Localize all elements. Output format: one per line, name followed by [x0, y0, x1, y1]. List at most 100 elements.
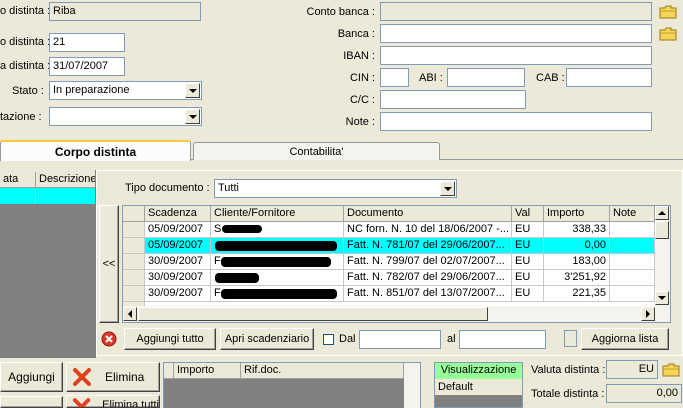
presentazione-select[interactable]: [49, 107, 202, 126]
redaction: [222, 225, 262, 233]
aggiungi-button[interactable]: Aggiungi: [0, 362, 63, 392]
cell-importo: 221,35: [544, 286, 610, 302]
row-selector[interactable]: [123, 254, 145, 270]
left-grid-header: ata: [0, 172, 36, 188]
scroll-left-icon[interactable]: [123, 307, 137, 321]
left-grid-selected-row[interactable]: [0, 188, 96, 204]
column-header[interactable]: Val: [512, 206, 544, 222]
elimina-tutti-button[interactable]: Elimina tutti: [66, 395, 160, 408]
column-header[interactable]: Importo: [174, 363, 241, 379]
left-grid[interactable]: ata Descrizione: [0, 172, 96, 358]
conto-banca-field[interactable]: [380, 2, 652, 21]
cell-cliente: [211, 238, 344, 254]
cell-cliente: F: [211, 286, 344, 302]
cell-note: [610, 222, 655, 238]
button-label: Aggiungi: [8, 370, 55, 384]
al-date-field[interactable]: [459, 330, 546, 349]
cell-documento: Fatt. N. 799/07 del 02/07/2007...: [344, 254, 512, 270]
row-selector[interactable]: [123, 270, 145, 286]
tipo-distinta-field[interactable]: Riba: [49, 2, 201, 21]
chevron-down-icon[interactable]: [185, 83, 200, 98]
aggiorna-lista-button[interactable]: Aggiorna lista: [581, 328, 669, 350]
banca-field[interactable]: [380, 24, 652, 43]
cell-documento: NC forn. N. 10 del 18/06/2007 -...: [344, 222, 512, 238]
note-label: Note :: [345, 116, 375, 128]
tab-contabilita[interactable]: Contabilita': [193, 142, 440, 160]
row-selector[interactable]: [123, 238, 145, 254]
vertical-scrollbar[interactable]: [655, 206, 670, 306]
scroll-thumb[interactable]: [138, 307, 488, 321]
redaction: [221, 257, 331, 267]
cell-cliente: F: [211, 254, 344, 270]
folder-icon[interactable]: [658, 25, 678, 43]
cc-field[interactable]: [380, 90, 526, 109]
date-picker-button[interactable]: [564, 330, 577, 347]
abi-label: ABI :: [419, 72, 443, 84]
tipo-documento-select[interactable]: Tutti: [214, 179, 457, 198]
cin-field[interactable]: [380, 68, 409, 87]
data-distinta-label: a distinta :: [0, 60, 51, 72]
scroll-right-icon[interactable]: [641, 307, 655, 321]
data-distinta-field[interactable]: 31/07/2007: [49, 57, 125, 76]
list-item[interactable]: Default: [435, 379, 522, 395]
table-row[interactable]: 30/09/2007 F Fatt. N. 799/07 del 02/07/2…: [123, 254, 655, 270]
table-row[interactable]: 30/09/2007 F Fatt. N. 851/07 del 13/07/2…: [123, 286, 655, 302]
aggiungi-tutto-button[interactable]: Aggiungi tutto: [124, 328, 216, 350]
row-selector[interactable]: [123, 286, 145, 302]
numero-distinta-field[interactable]: 21: [49, 33, 125, 52]
collapse-button[interactable]: <<: [99, 205, 119, 323]
folder-icon[interactable]: [658, 3, 678, 21]
column-header[interactable]: Documento: [344, 206, 512, 222]
visualizzazione-list[interactable]: Visualizzazione Default: [434, 362, 523, 408]
chevron-down-icon[interactable]: [440, 181, 455, 196]
cell-scadenza: 05/09/2007: [145, 222, 211, 238]
scroll-down-icon[interactable]: [655, 291, 669, 305]
button-label: Apri scadenziario: [224, 333, 310, 345]
conto-banca-label: Conto banca :: [306, 6, 376, 18]
tipo-documento-label: Tipo documento :: [125, 182, 210, 194]
cell-documento: Fatt. N. 781/07 del 29/06/2007...: [344, 238, 512, 254]
cell-valuta: EU: [512, 254, 544, 270]
column-header[interactable]: Rif.doc.: [241, 363, 404, 379]
delete-x-icon: [72, 398, 91, 407]
banca-label: Banca :: [337, 28, 375, 40]
vertical-scrollbar[interactable]: [404, 363, 420, 408]
stato-select[interactable]: In preparazione: [49, 81, 202, 100]
valuta-distinta-field[interactable]: EU: [606, 360, 658, 379]
table-row-selected[interactable]: 05/09/2007 Fatt. N. 781/07 del 29/06/200…: [123, 238, 655, 254]
dal-date-field[interactable]: [359, 330, 441, 349]
horizontal-scrollbar[interactable]: [123, 306, 670, 322]
column-header[interactable]: Importo: [544, 206, 610, 222]
stato-value: In preparazione: [53, 84, 130, 96]
apri-scadenziario-button[interactable]: Apri scadenziario: [220, 328, 314, 350]
scroll-thumb[interactable]: [655, 221, 669, 239]
cell-importo: 3'251,92: [544, 270, 610, 286]
cell-scadenza: 05/09/2007: [145, 238, 211, 254]
scroll-up-icon[interactable]: [655, 206, 669, 220]
row-selector[interactable]: [123, 222, 145, 238]
column-header[interactable]: Note: [610, 206, 655, 222]
dal-checkbox[interactable]: [323, 334, 334, 345]
folder-icon[interactable]: [661, 361, 681, 379]
cab-field[interactable]: [566, 68, 652, 87]
table-row[interactable]: 05/09/2007 S NC forn. N. 10 del 18/06/20…: [123, 222, 655, 238]
column-header[interactable]: Scadenza: [145, 206, 211, 222]
secondary-button-partial[interactable]: [0, 396, 63, 408]
detail-grid[interactable]: Importo Rif.doc.: [163, 362, 421, 408]
scadenze-grid[interactable]: Scadenza Cliente/Fornitore Documento Val…: [122, 205, 671, 323]
column-header[interactable]: Cliente/Fornitore: [211, 206, 344, 222]
tab-corpo-distinta[interactable]: Corpo distinta: [0, 140, 191, 161]
abi-field[interactable]: [447, 68, 525, 87]
al-label: al: [447, 333, 456, 345]
table-row[interactable]: 30/09/2007 Fatt. N. 782/07 del 29/06/200…: [123, 270, 655, 286]
dal-label: Dal: [339, 333, 356, 345]
note-field[interactable]: [380, 112, 652, 131]
row-selector-header: [164, 363, 174, 379]
cancel-icon[interactable]: [101, 331, 117, 347]
iban-field[interactable]: [380, 46, 652, 65]
numero-distinta-label: o distinta :: [0, 36, 51, 48]
iban-label: IBAN :: [343, 50, 375, 62]
elimina-button[interactable]: Elimina: [66, 362, 160, 392]
chevron-down-icon[interactable]: [185, 109, 200, 124]
totale-distinta-field[interactable]: 0,00: [606, 384, 682, 403]
